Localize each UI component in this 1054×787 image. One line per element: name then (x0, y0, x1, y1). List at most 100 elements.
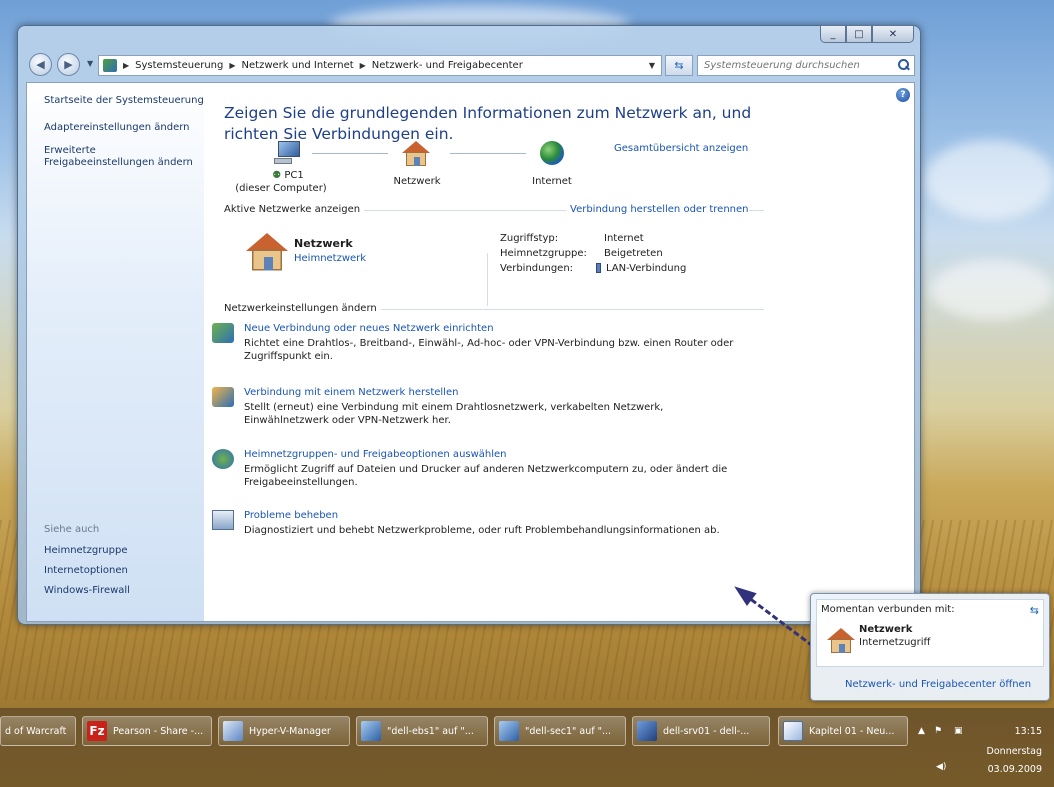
recent-pages-dropdown[interactable]: ▼ (87, 59, 93, 68)
lan-connection-icon (596, 263, 601, 273)
task-item: Heimnetzgruppen- und Freigabeoptionen au… (212, 449, 744, 489)
taskbar-button-word[interactable]: Kapitel 01 - Neu... (778, 716, 908, 746)
control-panel-window: _ □ ✕ ◀ ▶ ▼ ▶ Systemsteuerung ▶ Netzwerk… (17, 25, 921, 625)
flyout-title: Momentan verbunden mit: (821, 604, 955, 615)
task-desc: Stellt (erneut) eine Verbindung mit eine… (244, 402, 664, 426)
homegroup-value-link[interactable]: Beigetreten (604, 248, 663, 259)
troubleshoot-icon (212, 510, 234, 530)
internet-label: Internet (532, 176, 572, 187)
clock-day[interactable]: Donnerstag (987, 746, 1042, 757)
vertical-separator (487, 253, 488, 306)
access-type-label: Zugriffstyp: (500, 233, 559, 244)
new-connection-icon (212, 323, 234, 343)
task-item: Verbindung mit einem Netzwerk herstellen… (212, 387, 744, 427)
task-desc: Richtet eine Drahtlos-, Breitband-, Einw… (244, 338, 734, 362)
connect-disconnect-link[interactable]: Verbindung herstellen oder trennen (566, 204, 749, 215)
refresh-icon: ⇆ (674, 59, 684, 72)
connections-label: Verbindungen: (500, 263, 574, 274)
network-label: Netzwerk (393, 176, 441, 187)
lan-connection-link[interactable]: LAN-Verbindung (606, 263, 686, 274)
breadcrumb-separator-icon[interactable]: ▶ (123, 61, 129, 70)
task-link-troubleshoot[interactable]: Probleme beheben (244, 510, 744, 521)
open-sharing-center-link[interactable]: Netzwerk- und Freigabecenter öffnen (845, 679, 1031, 690)
taskbar: d of Warcraft Fz Pearson - Share -... Hy… (0, 708, 1054, 787)
sidebar: Startseite der Systemsteuerung Adapterei… (27, 83, 204, 621)
task-link-connect-network[interactable]: Verbindung mit einem Netzwerk herstellen (244, 387, 744, 398)
clock-date[interactable]: 03.09.2009 (988, 764, 1042, 775)
word-document-icon (783, 721, 803, 741)
breadcrumb-separator-icon[interactable]: ▶ (360, 61, 366, 70)
active-network-name: Netzwerk (294, 237, 353, 250)
client-area: Startseite der Systemsteuerung Adapterei… (26, 82, 915, 622)
breadcrumb-netzwerk-und-internet[interactable]: Netzwerk und Internet (242, 60, 354, 71)
volume-icon[interactable]: ◀) (936, 762, 946, 772)
maximize-button[interactable]: □ (846, 25, 872, 43)
filezilla-icon: Fz (87, 721, 107, 741)
homegroup-icon (212, 449, 234, 469)
sidebar-item-adapter-settings[interactable]: Adaptereinstellungen ändern (44, 122, 190, 134)
clock-time[interactable]: 13:15 (1015, 726, 1042, 737)
refresh-button[interactable]: ⇆ (665, 55, 693, 76)
show-hidden-icons-button[interactable]: ▲ (918, 726, 925, 736)
pc-network-icon: ⚉ (272, 170, 282, 181)
task-desc: Diagnostiziert und behebt Netzwerkproble… (244, 525, 720, 536)
connect-network-icon (212, 387, 234, 407)
remote-desktop-icon (499, 721, 519, 741)
flyout-network-name: Netzwerk (859, 624, 913, 635)
taskbar-button-hyperv[interactable]: Hyper-V-Manager (218, 716, 350, 746)
taskbar-button-dell-sec1[interactable]: "dell-sec1" auf "... (494, 716, 626, 746)
task-link-new-connection[interactable]: Neue Verbindung oder neues Netzwerk einr… (244, 323, 744, 334)
pc-name: ⚉ PC1 (272, 170, 304, 181)
breadcrumb-freigabecenter[interactable]: Netzwerk- und Freigabecenter (372, 60, 523, 71)
breadcrumb-separator-icon[interactable]: ▶ (229, 61, 235, 70)
hyperv-icon (223, 721, 243, 741)
address-dropdown-icon[interactable]: ▼ (649, 61, 655, 70)
remote-desktop-icon (361, 721, 381, 741)
address-bar[interactable]: ▶ Systemsteuerung ▶ Netzwerk und Interne… (98, 55, 662, 76)
see-also-homegroup[interactable]: Heimnetzgruppe (44, 545, 128, 557)
control-panel-icon (103, 59, 117, 72)
search-icon[interactable] (898, 59, 910, 71)
task-desc: Ermöglicht Zugriff auf Dateien und Druck… (244, 464, 728, 488)
taskbar-button-warcraft[interactable]: d of Warcraft (0, 716, 76, 746)
flyout-network-access: Internetzugriff (859, 637, 931, 648)
back-button[interactable]: ◀ (29, 53, 52, 76)
see-also-heading: Siehe auch (44, 524, 100, 535)
close-button[interactable]: ✕ (872, 25, 914, 43)
task-item: Probleme beheben Diagnostiziert und behe… (212, 510, 744, 537)
refresh-icon[interactable]: ⇆ (1030, 604, 1039, 617)
computer-icon (274, 141, 302, 165)
breadcrumb-systemsteuerung[interactable]: Systemsteuerung (135, 60, 223, 71)
network-tray-icon[interactable]: ▣ (954, 726, 963, 736)
internet-globe-icon (540, 141, 564, 165)
map-connector-line (450, 153, 526, 154)
full-map-link[interactable]: Gesamtübersicht anzeigen (614, 143, 764, 154)
taskbar-button-dell-srv01[interactable]: dell-srv01 - dell-... (632, 716, 770, 746)
see-also-internet-options[interactable]: Internetoptionen (44, 565, 128, 577)
search-box[interactable] (697, 55, 915, 76)
access-type-value: Internet (604, 233, 644, 244)
main-content: ? Zeigen Sie die grundlegenden Informati… (204, 83, 914, 621)
server-manager-icon (637, 721, 657, 741)
pc-subtitle: (dieser Computer) (235, 183, 327, 194)
action-center-flag-icon[interactable]: ⚑ (934, 726, 942, 736)
homegroup-label: Heimnetzgruppe: (500, 248, 587, 259)
map-connector-line (312, 153, 388, 154)
page-title: Zeigen Sie die grundlegenden Information… (224, 104, 752, 143)
minimize-button[interactable]: _ (820, 25, 846, 43)
network-flyout: Momentan verbunden mit: ⇆ Netzwerk Inter… (810, 593, 1050, 701)
change-settings-heading: Netzwerkeinstellungen ändern (224, 303, 381, 314)
caption-buttons: _ □ ✕ (820, 25, 914, 43)
sidebar-item-home[interactable]: Startseite der Systemsteuerung (44, 95, 204, 107)
task-item: Neue Verbindung oder neues Netzwerk einr… (212, 323, 744, 363)
active-networks-heading: Aktive Netzwerke anzeigen (224, 204, 365, 215)
taskbar-button-dell-ebs1[interactable]: "dell-ebs1" auf "... (356, 716, 488, 746)
search-input[interactable] (704, 60, 884, 71)
task-link-homegroup-options[interactable]: Heimnetzgruppen- und Freigabeoptionen au… (244, 449, 744, 460)
help-icon[interactable]: ? (896, 88, 910, 102)
sidebar-item-advanced-sharing[interactable]: Erweiterte Freigabeeinstellungen ändern (44, 145, 194, 169)
forward-button[interactable]: ▶ (57, 53, 80, 76)
taskbar-button-filezilla[interactable]: Fz Pearson - Share -... (82, 716, 212, 746)
active-network-type-link[interactable]: Heimnetzwerk (294, 253, 366, 264)
see-also-windows-firewall[interactable]: Windows-Firewall (44, 585, 130, 597)
